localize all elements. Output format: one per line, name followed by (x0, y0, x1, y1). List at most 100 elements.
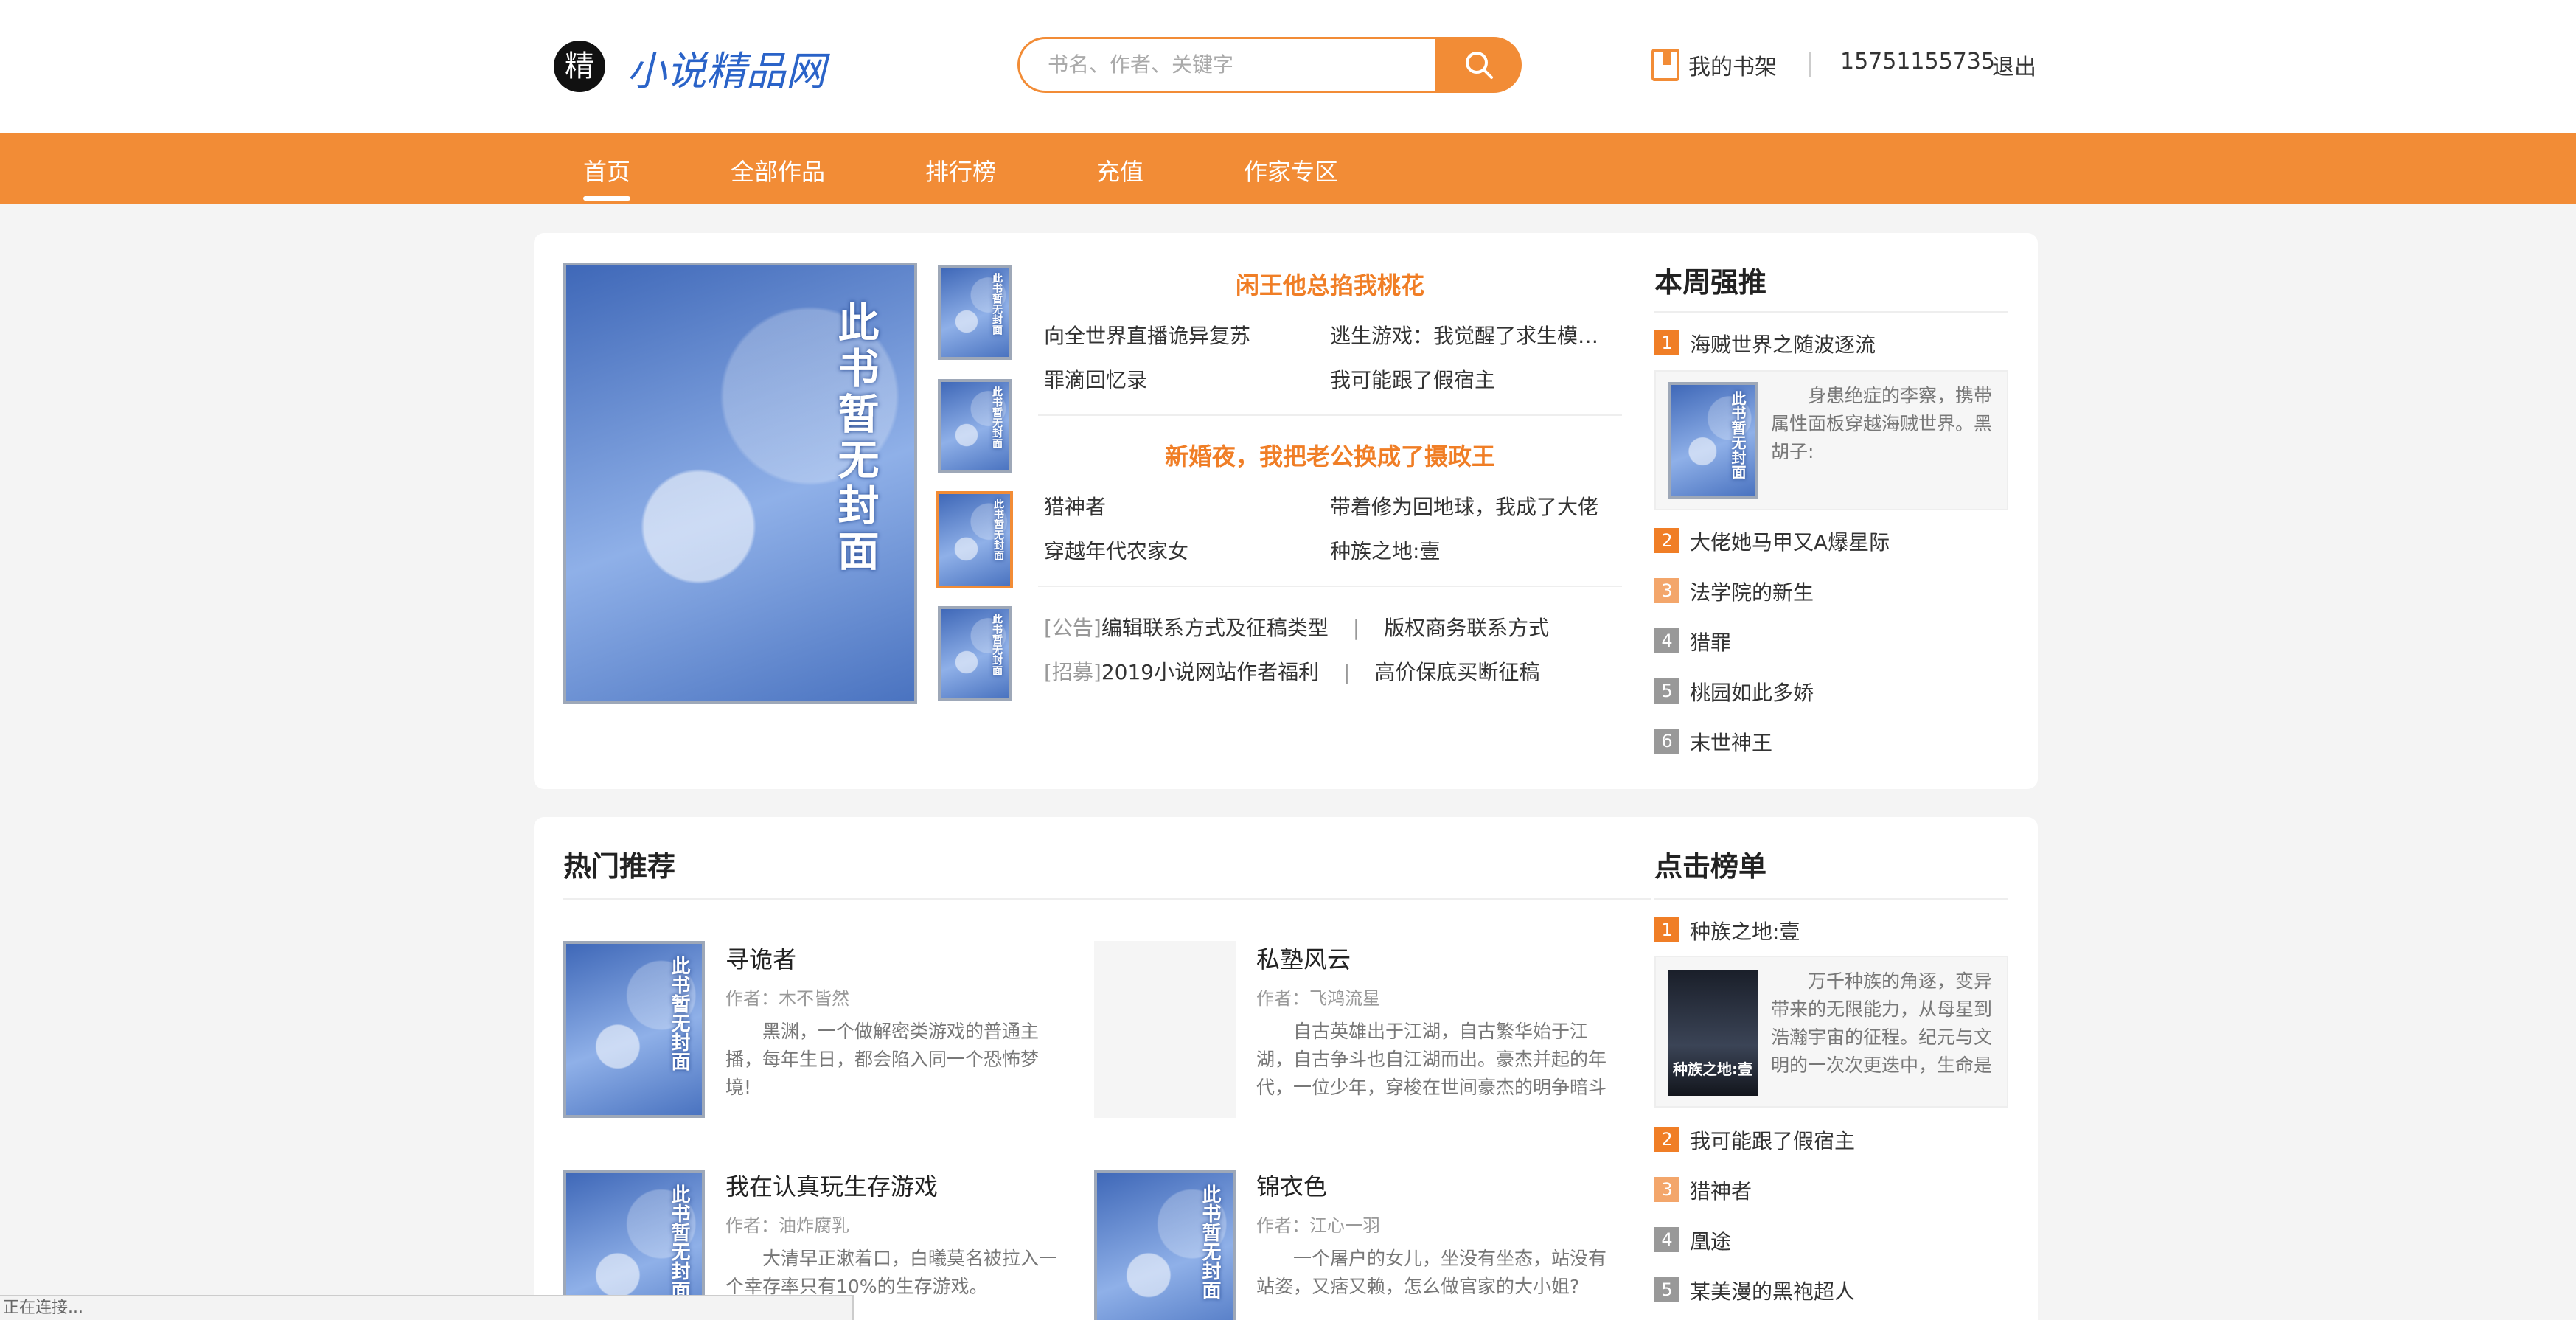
browser-status-bar: 正在连接... (0, 1295, 854, 1320)
hot-panel: 热门推荐 此书暂无封面 寻诡者 作者：木不皆然 黑渊，一个做解密类游戏的普通主播… (534, 817, 2038, 1320)
bookshelf-icon[interactable] (1651, 49, 1679, 81)
rank-title[interactable]: 法学院的新生 (1690, 577, 1814, 606)
bookshelf-link[interactable]: 我的书架 (1688, 49, 1777, 81)
rank-number: 5 (1654, 1277, 1679, 1302)
book-description: 自古英雄出于江湖，自古繁华始于江湖，自古争斗也自江湖而出。豪杰并起的年代，一位少… (1256, 1021, 1607, 1098)
featured-link[interactable]: 逃生游戏：我觉醒了求生模… (1330, 320, 1598, 350)
book-description: 一个屠户的女儿，坐没有坐态，站没有站姿，又痞又赖，怎么做官家的大小姐? (1256, 1248, 1607, 1297)
rank-title[interactable]: 海贼世界之随波逐流 (1690, 329, 1876, 358)
book-cover-placeholder[interactable] (1094, 941, 1236, 1118)
rank-detail: 种族之地:壹 万千种族的角逐，变异带来的无限能力，从母星到浩瀚宇宙的征程。纪元与… (1654, 956, 2008, 1108)
cover-text: 此书暂无封面 (1199, 1184, 1221, 1299)
book-cover[interactable]: 此书暂无封面 (1094, 1170, 1236, 1320)
rank-cover[interactable]: 此书暂无封面 (1668, 382, 1758, 499)
rank-number: 4 (1654, 628, 1679, 653)
cover-text: 此书暂无封面 (831, 301, 879, 575)
rank-title[interactable]: 猎罪 (1690, 627, 1731, 656)
notice-row: [公告]编辑联系方式及征稿类型 | 版权商务联系方式 (1044, 612, 1549, 642)
nav-all-works[interactable]: 全部作品 (731, 153, 825, 187)
header-divider (1809, 52, 1811, 77)
notice-tag: [招募] (1044, 660, 1101, 684)
rank-number: 1 (1654, 330, 1679, 355)
featured-link[interactable]: 我可能跟了假宿主 (1330, 364, 1495, 394)
rank-title[interactable]: 凰途 (1690, 1226, 1731, 1255)
book-description: 大清早正漱着口，白曦莫名被拉入一个幸存率只有10%的生存游戏。 (725, 1248, 1058, 1297)
featured-link[interactable]: 种族之地:壹 (1330, 535, 1440, 565)
rank-title[interactable]: 猎神者 (1690, 1175, 1752, 1205)
rank-number: 3 (1654, 1177, 1679, 1202)
search-icon (1466, 52, 1493, 79)
hot-title: 热门推荐 (563, 850, 676, 883)
nav-active-indicator (583, 196, 630, 201)
book-title[interactable]: 锦衣色 (1256, 1168, 1327, 1202)
featured-title-2[interactable]: 新婚夜，我把老公换成了摄政王 (1165, 438, 1495, 472)
rank-title[interactable]: 末世神王 (1690, 727, 1772, 757)
logo-badge[interactable]: 精 (554, 41, 605, 92)
featured-link[interactable]: 猎神者 (1044, 491, 1106, 521)
divider (1654, 311, 2008, 313)
rank-description: 身患绝症的李察，携带属性面板穿越海贼世界。黑胡子: (1771, 385, 1993, 462)
featured-cover[interactable]: 此书暂无封面 (563, 263, 917, 704)
rank-detail: 此书暂无封面 身患绝症的李察，携带属性面板穿越海贼世界。黑胡子: (1654, 370, 2008, 510)
rank-title[interactable]: 大佬她马甲又A爆星际 (1690, 527, 1890, 556)
clicks-title: 点击榜单 (1654, 850, 1767, 883)
cover-text: 此书暂无封面 (668, 956, 690, 1071)
thumbnail-3-active[interactable]: 此书暂无封面 (936, 491, 1013, 588)
cover-text: 此书暂无封面 (668, 1184, 690, 1299)
divider (1038, 414, 1622, 416)
book-author: 作者：飞鸿流星 (1256, 988, 1380, 1009)
featured-link[interactable]: 带着修为回地球，我成了大佬 (1330, 491, 1598, 521)
book-title[interactable]: 私塾风云 (1256, 941, 1351, 975)
rank-number: 1 (1654, 917, 1679, 942)
search-input[interactable]: 书名、作者、关键字 (1017, 37, 1438, 93)
thumbnail-1[interactable]: 此书暂无封面 (938, 265, 1012, 360)
divider (1654, 898, 2008, 900)
rank-title[interactable]: 种族之地:壹 (1690, 916, 1800, 945)
nav-author-zone[interactable]: 作家专区 (1244, 153, 1338, 187)
cover-text: 此书暂无封面 (991, 614, 1003, 675)
featured-link[interactable]: 罪滴回忆录 (1044, 364, 1147, 394)
book-author: 作者：油炸腐乳 (725, 1215, 849, 1236)
rank-title[interactable]: 某美漫的黑袍超人 (1690, 1276, 1855, 1305)
cover-text: 此书暂无封面 (991, 273, 1003, 335)
featured-link[interactable]: 向全世界直播诡异复苏 (1044, 320, 1250, 350)
featured-title-1[interactable]: 闲王他总掐我桃花 (1236, 267, 1424, 301)
rank-number: 5 (1654, 678, 1679, 704)
search-button[interactable] (1435, 37, 1522, 93)
rank-title[interactable]: 我可能跟了假宿主 (1690, 1125, 1855, 1155)
user-phone[interactable]: 15751155735 (1840, 49, 1995, 74)
weekly-title: 本周强推 (1654, 266, 1767, 299)
book-author: 作者：木不皆然 (725, 988, 849, 1009)
notice-link[interactable]: 2019小说网站作者福利 (1101, 660, 1319, 684)
featured-panel: 此书暂无封面 此书暂无封面 此书暂无封面 此书暂无封面 此书暂无封面 闲王他总掐… (534, 233, 2038, 789)
featured-link[interactable]: 穿越年代农家女 (1044, 535, 1188, 565)
rank-title[interactable]: 桃园如此多娇 (1690, 677, 1814, 706)
book-author: 作者：江心一羽 (1256, 1215, 1380, 1236)
divider (563, 898, 1651, 900)
notice-separator: | (1343, 660, 1351, 684)
rank-number: 2 (1654, 528, 1679, 553)
book-title[interactable]: 寻诡者 (725, 941, 796, 975)
thumbnail-2[interactable]: 此书暂无封面 (938, 379, 1012, 473)
nav-recharge[interactable]: 充值 (1096, 153, 1143, 187)
site-logo[interactable]: 小说精品网 (627, 38, 826, 97)
nav-home[interactable]: 首页 (583, 153, 630, 187)
notice-link[interactable]: 高价保底买断征稿 (1374, 660, 1539, 684)
notice-link[interactable]: 编辑联系方式及征稿类型 (1101, 616, 1329, 640)
thumbnail-4[interactable]: 此书暂无封面 (938, 606, 1012, 701)
divider (1038, 586, 1622, 587)
notice-link[interactable]: 版权商务联系方式 (1384, 616, 1549, 640)
rank-number: 4 (1654, 1227, 1679, 1252)
rank-number: 2 (1654, 1127, 1679, 1152)
cover-text: 此书暂无封面 (1729, 391, 1747, 479)
book-description: 黑渊，一个做解密类游戏的普通主播，每年生日，都会陷入同一个恐怖梦境! (725, 1021, 1040, 1098)
logout-link[interactable]: 退出 (1992, 49, 2036, 81)
nav-rankings[interactable]: 排行榜 (925, 153, 996, 187)
main-nav: 首页 全部作品 排行榜 充值 作家专区 (0, 133, 2576, 204)
notice-tag: [公告] (1044, 616, 1101, 640)
book-title[interactable]: 我在认真玩生存游戏 (725, 1168, 938, 1202)
rank-cover[interactable]: 种族之地:壹 (1668, 970, 1758, 1096)
book-cover[interactable]: 此书暂无封面 (563, 941, 705, 1118)
rank-number: 6 (1654, 729, 1679, 754)
cover-text: 此书暂无封面 (992, 499, 1004, 560)
